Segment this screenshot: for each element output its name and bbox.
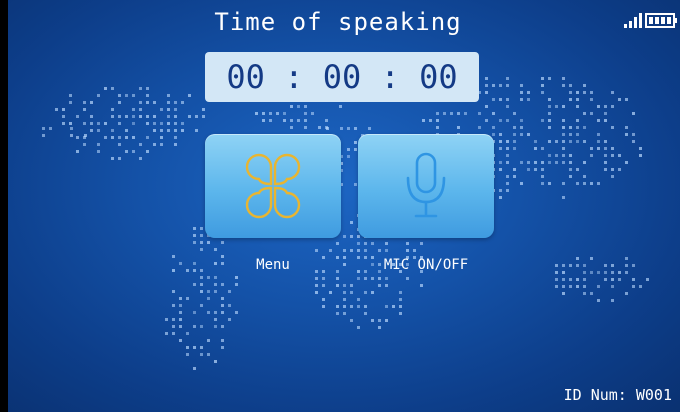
menu-label: Menu [256, 257, 290, 273]
signal-bars-icon [624, 13, 642, 28]
device-id: ID Num: W001 [563, 386, 672, 404]
device-screen: Time of speaking 00 : 00 : 00 Menu MIC O… [8, 0, 680, 412]
four-leaf-clover-icon [245, 153, 301, 219]
mic-toggle-label: MIC ON/OFF [383, 257, 469, 273]
status-indicators [624, 13, 677, 28]
battery-icon [645, 13, 677, 28]
mic-toggle-button[interactable] [358, 134, 494, 238]
page-title: Time of speaking [214, 8, 462, 36]
microphone-icon [406, 152, 446, 218]
speaking-timer: 00 : 00 : 00 [205, 52, 479, 102]
menu-button[interactable] [205, 134, 341, 238]
